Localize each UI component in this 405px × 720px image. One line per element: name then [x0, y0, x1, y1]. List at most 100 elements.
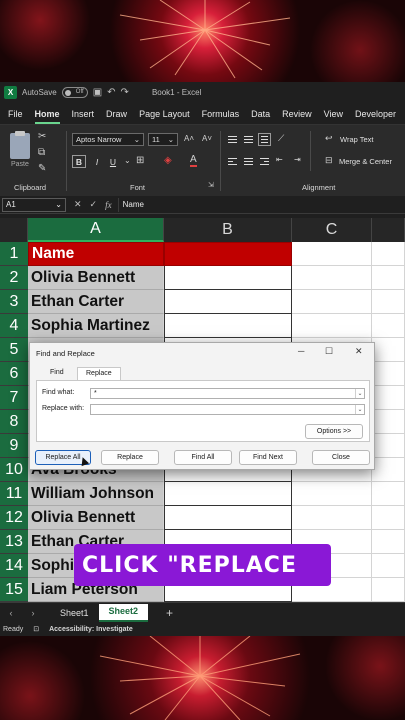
italic-button[interactable]: I — [90, 155, 104, 168]
cell[interactable]: William Johnson — [28, 482, 164, 506]
copy-icon[interactable]: ⧉ — [38, 147, 45, 158]
merge-icon[interactable]: ⊟ — [325, 155, 333, 166]
cell[interactable] — [164, 266, 292, 290]
cell[interactable] — [372, 410, 405, 434]
decrease-indent-icon[interactable]: ⇤ — [276, 155, 283, 164]
wrap-text-button[interactable]: Wrap Text — [340, 135, 374, 144]
column-header-a[interactable]: A — [28, 218, 164, 242]
row-header[interactable]: 11 — [0, 482, 28, 506]
cell[interactable] — [164, 290, 292, 314]
row-header[interactable]: 8 — [0, 410, 28, 434]
minimize-icon[interactable]: ─ — [298, 346, 304, 356]
paste-icon[interactable] — [10, 131, 30, 159]
column-header-b[interactable]: B — [164, 218, 292, 242]
tab-find[interactable]: Find — [42, 367, 72, 381]
cell[interactable] — [372, 338, 405, 362]
tab-file[interactable]: File — [8, 109, 23, 124]
formula-input[interactable]: Name — [117, 197, 405, 212]
cell[interactable] — [292, 314, 372, 338]
row-header[interactable]: 4 — [0, 314, 28, 338]
cell[interactable]: Sophia Martinez — [28, 314, 164, 338]
cell[interactable] — [372, 314, 405, 338]
row-header[interactable]: 3 — [0, 290, 28, 314]
cell-b1[interactable] — [164, 242, 292, 266]
cell-a1[interactable]: Name — [28, 242, 164, 266]
options-button[interactable]: Options >> — [305, 424, 363, 439]
name-box[interactable]: A1 ⌄ — [2, 197, 66, 212]
cell[interactable] — [372, 434, 405, 458]
align-right-icon[interactable] — [258, 155, 271, 168]
cell[interactable] — [292, 242, 372, 266]
cell[interactable] — [372, 242, 405, 266]
format-painter-icon[interactable]: ✎ — [38, 163, 46, 174]
chevron-right-icon[interactable]: › — [22, 608, 44, 618]
cell[interactable] — [164, 506, 292, 530]
decrease-font-icon[interactable]: A˅ — [202, 134, 212, 143]
cell[interactable] — [372, 578, 405, 602]
find-what-input[interactable]: * ⌄ — [90, 388, 365, 399]
underline-button[interactable]: U — [106, 155, 120, 168]
cell[interactable] — [292, 506, 372, 530]
cell[interactable] — [164, 314, 292, 338]
cancel-icon[interactable]: ✕ — [74, 199, 82, 210]
autosave-toggle[interactable]: Off — [61, 86, 88, 98]
tab-developer[interactable]: Developer — [355, 109, 396, 124]
font-size-select[interactable]: 11 ⌄ — [148, 133, 178, 146]
merge-center-button[interactable]: Merge & Center — [339, 157, 392, 166]
sheet-tab-sheet1[interactable]: Sheet1 — [50, 606, 99, 620]
tab-formulas[interactable]: Formulas — [202, 109, 240, 124]
cell[interactable]: Ethan Carter — [28, 290, 164, 314]
font-color-icon[interactable]: A — [190, 154, 197, 167]
borders-icon[interactable]: ⊞ — [136, 155, 144, 166]
cell[interactable] — [292, 482, 372, 506]
sheet-tab-sheet2[interactable]: Sheet2 — [98, 603, 149, 622]
close-icon[interactable]: ✕ — [355, 346, 363, 357]
replace-all-button[interactable]: Replace All — [35, 450, 91, 467]
dialog-launcher-icon[interactable]: ⇲ — [208, 181, 214, 189]
tab-data[interactable]: Data — [251, 109, 270, 124]
close-button[interactable]: Close — [312, 450, 370, 465]
wrap-text-icon[interactable]: ↩ — [325, 133, 333, 144]
column-header-c[interactable]: C — [292, 218, 372, 242]
replace-with-input[interactable]: ⌄ — [90, 404, 365, 415]
align-top-icon[interactable] — [226, 133, 239, 146]
cell[interactable] — [372, 386, 405, 410]
find-all-button[interactable]: Find All — [174, 450, 232, 465]
cell[interactable] — [292, 266, 372, 290]
tab-insert[interactable]: Insert — [72, 109, 95, 124]
cell[interactable] — [372, 290, 405, 314]
tab-page-layout[interactable]: Page Layout — [139, 109, 190, 124]
cut-icon[interactable]: ✂ — [38, 131, 46, 142]
increase-font-icon[interactable]: A˄ — [184, 134, 194, 143]
cell[interactable]: Olivia Bennett — [28, 266, 164, 290]
redo-icon[interactable]: ↷ — [121, 87, 129, 98]
macro-record-icon[interactable]: ⊡ — [33, 625, 39, 633]
replace-button[interactable]: Replace — [101, 450, 159, 465]
row-header[interactable]: 7 — [0, 386, 28, 410]
maximize-icon[interactable]: ☐ — [325, 346, 333, 357]
increase-indent-icon[interactable]: ⇥ — [294, 155, 301, 164]
cell[interactable] — [372, 362, 405, 386]
align-center-icon[interactable] — [242, 155, 255, 168]
font-name-select[interactable]: Aptos Narrow ⌄ — [72, 133, 144, 146]
row-header[interactable]: 1 — [0, 242, 28, 266]
bold-button[interactable]: B — [72, 155, 86, 168]
find-next-button[interactable]: Find Next — [239, 450, 297, 465]
cell[interactable] — [164, 482, 292, 506]
add-sheet-icon[interactable]: + — [166, 606, 173, 620]
tab-replace[interactable]: Replace — [77, 367, 121, 381]
accessibility-status[interactable]: Accessibility: Investigate — [49, 626, 133, 633]
insert-function-icon[interactable]: fx — [105, 200, 112, 210]
save-icon[interactable]: ▣ — [93, 87, 102, 98]
cell[interactable] — [372, 458, 405, 482]
undo-icon[interactable]: ↶ — [107, 87, 115, 98]
row-header[interactable]: 6 — [0, 362, 28, 386]
row-header[interactable]: 10 — [0, 458, 28, 482]
column-header-d[interactable] — [372, 218, 405, 242]
row-header[interactable]: 14 — [0, 554, 28, 578]
align-bottom-icon[interactable] — [258, 133, 271, 146]
tab-review[interactable]: Review — [282, 109, 312, 124]
fill-color-icon[interactable]: ◈ — [164, 155, 172, 166]
enter-icon[interactable]: ✓ — [90, 199, 98, 210]
chevron-left-icon[interactable]: ‹ — [0, 608, 22, 618]
